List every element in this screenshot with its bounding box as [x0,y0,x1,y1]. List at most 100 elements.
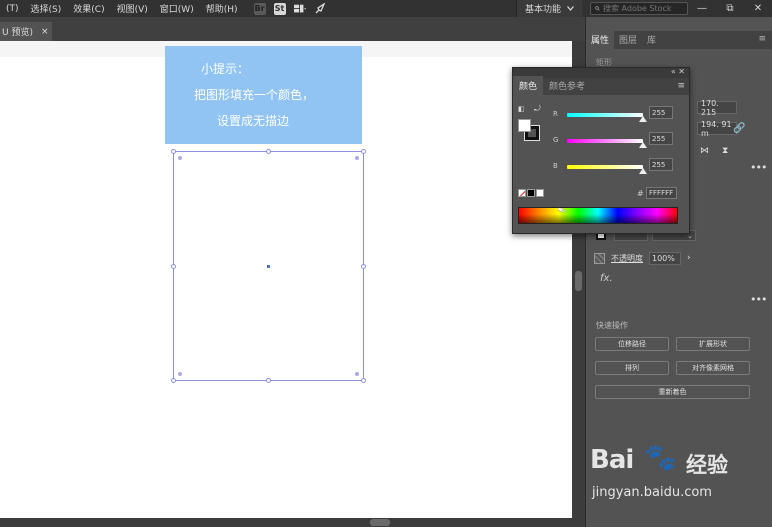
align-pixel-grid-button[interactable]: 对齐像素网格 [676,361,750,375]
quick-actions-title: 快速操作 [596,321,628,330]
arrange-documents-icon[interactable] [293,3,306,15]
bridge-icon[interactable]: Br [253,2,266,15]
tab-color-guide[interactable]: 颜色参考 [543,76,591,95]
tab-layers[interactable]: 图层 [614,30,642,49]
color-panel: « ✕ 颜色 颜色参考 ≡ ◧ ⤾ R 255 G 255 B 255 # FF… [512,67,690,234]
app-icons: Br St [253,2,326,15]
white-swatch[interactable] [536,189,544,197]
color-spectrum[interactable] [518,207,678,224]
document-tab-bar: U 预览) × [0,17,585,41]
slider-thumb[interactable] [639,142,647,148]
tip-box: 小提示： 把图形填充一个颜色， 设置成无描边 [165,46,362,144]
artboard[interactable]: 小提示： 把图形填充一个颜色， 设置成无描边 [0,46,572,518]
handle-bottom-middle[interactable] [266,378,271,383]
menu-view[interactable]: 视图(V) [111,2,154,15]
channel-r-label: R [553,110,558,118]
handle-top-middle[interactable] [266,149,271,154]
close-button[interactable]: ✕ [744,3,772,14]
channel-g-slider[interactable] [567,139,643,143]
window-controls: — ⧉ ✕ [688,0,772,17]
workspace-label: 基本功能 [524,5,561,15]
tab-properties[interactable]: 属性 [586,30,615,49]
corner-widget[interactable] [178,372,182,376]
hex-input[interactable]: FFFFFF [646,187,677,199]
restore-button[interactable]: ⧉ [716,3,744,14]
handle-middle-left[interactable] [171,264,176,269]
channel-b-input[interactable]: 255 [649,158,673,171]
stock-search[interactable] [590,2,688,15]
horizontal-scrollbar[interactable] [0,518,585,527]
slider-thumb[interactable] [639,168,647,174]
channel-g-label: G [553,136,559,144]
height-field[interactable]: 194. 91 m [697,120,737,138]
stock-icon[interactable]: St [273,2,286,15]
opacity-label[interactable]: 不透明度 [611,253,643,264]
panel-menu-icon[interactable]: ≡ [758,34,766,44]
gpu-rocket-icon[interactable] [314,2,326,15]
scroll-thumb[interactable] [370,519,390,526]
menu-select[interactable]: 选择(S) [25,2,68,15]
more-options-icon[interactable]: ••• [750,161,767,174]
expand-shape-button[interactable]: 扩展形状 [676,337,750,351]
corner-widget[interactable] [355,156,359,160]
channel-r-slider[interactable] [567,113,643,117]
menu-window[interactable]: 窗口(W) [154,2,200,15]
minimize-button[interactable]: — [688,3,716,14]
panel-menu-icon[interactable]: ≡ [677,81,685,91]
workspace-switcher[interactable]: 基本功能 [516,0,582,17]
tab-color[interactable]: 颜色 [513,76,544,95]
flip-horizontal-icon[interactable]: ⋈ [700,146,709,156]
arrange-button[interactable]: 排列 [595,361,669,375]
black-swatch[interactable] [527,189,535,197]
slider-thumb[interactable] [639,116,647,122]
document-tab-label: U 预览) [2,28,33,38]
default-colors-icon[interactable]: ◧ [518,105,525,113]
watermark-cn-text: 经验 [686,453,728,477]
recolor-button[interactable]: 重新着色 [595,385,750,399]
selected-rectangle[interactable] [171,149,366,383]
tip-line-1: 把图形填充一个颜色， [194,88,315,102]
hex-hash-label: # [637,189,644,198]
width-field[interactable]: 170. 215 [697,99,737,117]
center-point [267,265,270,268]
opacity-icon [594,252,605,264]
document-tab[interactable]: U 预览) × [0,22,52,41]
search-input[interactable] [603,4,683,13]
canvas-area[interactable]: 小提示： 把图形填充一个颜色， 设置成无描边 [0,41,572,518]
handle-bottom-left[interactable] [171,378,176,383]
channel-r-input[interactable]: 255 [649,106,673,119]
offset-path-button[interactable]: 位移路径 [595,337,669,351]
close-tab-icon[interactable]: × [41,27,49,37]
handle-top-left[interactable] [171,149,176,154]
menu-effect[interactable]: 效果(C) [67,2,110,15]
corner-widget[interactable] [355,372,359,376]
channel-b-slider[interactable] [567,165,643,169]
handle-middle-right[interactable] [361,264,366,269]
channel-g-input[interactable]: 255 [649,132,673,145]
swap-colors-icon[interactable]: ⤾ [534,104,541,114]
fill-color-swatch[interactable] [518,119,531,132]
search-icon [595,6,600,11]
tip-title: 小提示： [201,62,250,76]
none-color-swatch[interactable] [518,189,526,197]
menu-help[interactable]: 帮助(H) [200,2,244,15]
channel-b-label: B [553,162,558,170]
paw-icon: 🐾 [644,443,677,473]
menu-type[interactable]: (T) [0,4,25,14]
flip-vertical-icon[interactable]: ⧗ [722,146,728,156]
color-panel-tabs: 颜色 颜色参考 [513,76,689,95]
app-window: (T) 选择(S) 效果(C) 视图(V) 窗口(W) 帮助(H) Br St … [0,0,772,527]
dock-tabs: 属性 图层 库 [586,30,772,49]
chevron-right-icon[interactable]: › [687,253,691,263]
baidu-jingyan-watermark: Bai 🐾 经验 jingyan.baidu.com [590,443,770,520]
tab-libraries[interactable]: 库 [642,30,661,49]
more-options-icon[interactable]: ••• [750,293,767,306]
corner-widget[interactable] [178,156,182,160]
panel-collapse-close-icon[interactable]: « ✕ [671,67,685,76]
fx-icon[interactable]: fx. [600,273,613,284]
handle-bottom-right[interactable] [361,378,366,383]
opacity-input[interactable]: 100% [649,251,681,265]
scroll-thumb[interactable] [575,271,582,291]
handle-top-right[interactable] [361,149,366,154]
link-icon[interactable]: 🔗 [733,123,745,134]
